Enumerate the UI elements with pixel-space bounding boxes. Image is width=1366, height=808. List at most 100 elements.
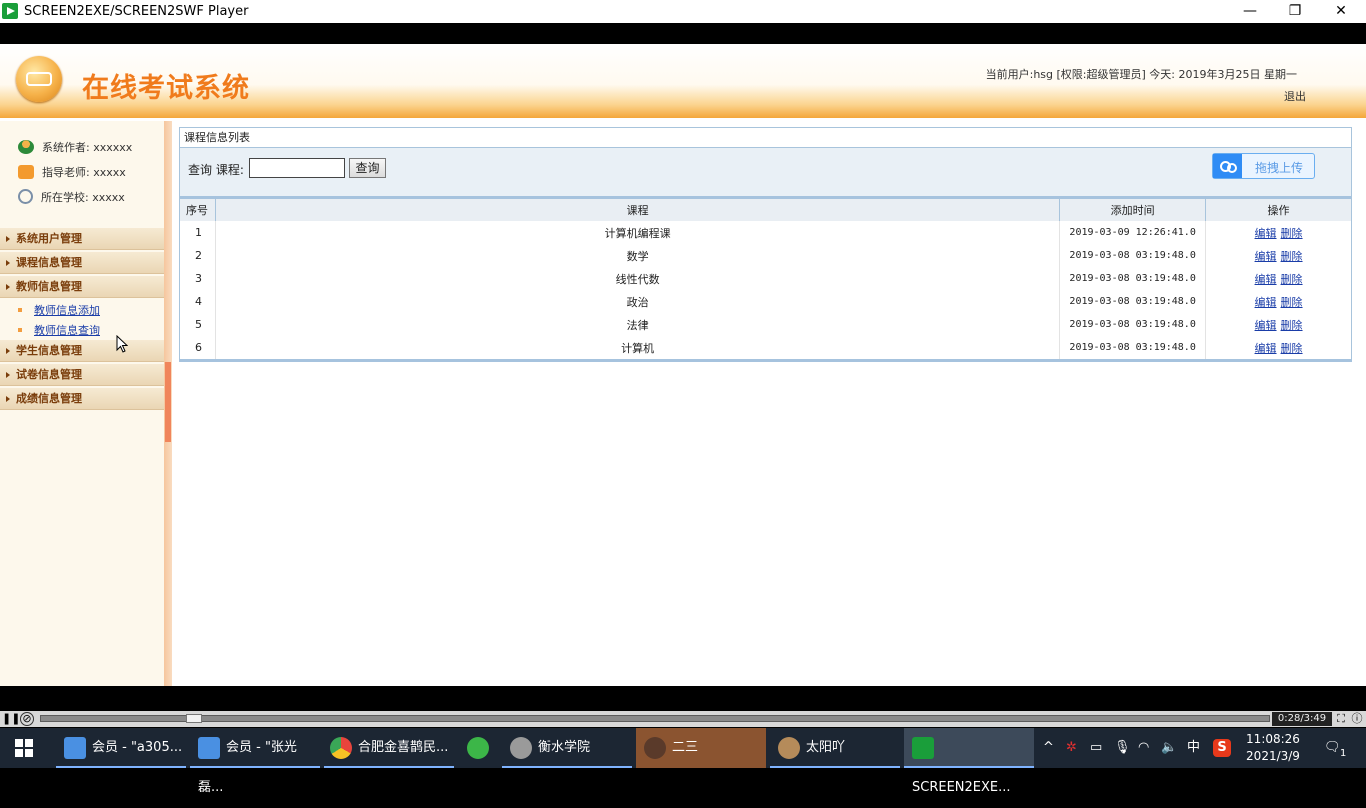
taskbar-item-member-2[interactable]: 会员 - "张光磊... (190, 728, 320, 795)
caret-right-icon (6, 348, 10, 354)
caret-right-icon (6, 396, 10, 402)
column-header-action: 操作 (1205, 199, 1352, 221)
row-course: 线性代数 (215, 267, 1061, 290)
taskbar-item-hengshui[interactable]: 衡水学院 (502, 728, 632, 768)
row-number: 4 (179, 290, 216, 313)
delete-link[interactable]: 删除 (1281, 296, 1303, 309)
close-button[interactable]: ✕ (1318, 0, 1364, 23)
caret-right-icon (6, 372, 10, 378)
menu-student-info[interactable]: 学生信息管理 (0, 340, 164, 362)
fullscreen-icon[interactable]: ⛶ (1334, 712, 1348, 726)
seek-track[interactable] (40, 715, 1270, 722)
course-table: 序号 课程 添加时间 操作 1 计算机编程课 2019-03-09 12:26:… (179, 199, 1352, 362)
volume-icon[interactable]: 🔈 (1161, 728, 1177, 768)
submenu-teacher-query[interactable]: 教师信息查询 (18, 322, 100, 338)
edit-link[interactable]: 编辑 (1255, 319, 1277, 332)
avatar-icon (778, 736, 800, 759)
mouse-cursor-icon (116, 335, 128, 353)
clock-icon (18, 189, 33, 204)
ime-indicator[interactable]: 中 (1187, 728, 1200, 768)
delete-link[interactable]: 删除 (1281, 273, 1303, 286)
row-number: 3 (179, 267, 216, 290)
row-actions: 编辑 删除 (1205, 244, 1352, 267)
taskbar-item-chrome[interactable]: 合肥金喜鹊民... (324, 728, 454, 768)
no-loop-icon[interactable]: ⊘ (20, 712, 34, 726)
taskbar-item-refresh-app[interactable] (458, 728, 498, 768)
row-actions: 编辑 删除 (1205, 290, 1352, 313)
player-controls: ❚❚ ⊘ 0:28/3:49 ⛶ ⓘ (0, 711, 1366, 727)
menu-course-info[interactable]: 课程信息管理 (0, 252, 164, 274)
edit-link[interactable]: 编辑 (1255, 273, 1277, 286)
column-header-time: 添加时间 (1059, 199, 1207, 221)
taskbar-item-ersan[interactable]: 二三 (636, 728, 766, 768)
panel-title: 课程信息列表 (179, 127, 1352, 148)
row-course: 计算机 (215, 336, 1061, 362)
table-row: 5 法律 2019-03-08 03:19:48.0 编辑 删除 (179, 313, 1352, 336)
logout-link[interactable]: 退出 (1284, 88, 1306, 104)
taskbar-item-screen2exe[interactable]: SCREEN2EXE... (904, 728, 1034, 795)
cube-icon (64, 736, 86, 759)
restore-button[interactable]: ❐ (1272, 0, 1318, 23)
sidebar-collapse-handle[interactable] (165, 362, 171, 442)
drag-upload-button[interactable]: 拖拽上传 (1212, 153, 1315, 179)
screen2exe-icon (912, 736, 934, 759)
menu-system-users[interactable]: 系统用户管理 (0, 228, 164, 250)
battery-icon[interactable]: ▭ (1090, 728, 1102, 768)
chrome-icon (330, 736, 352, 759)
author-info: 系统作者: xxxxxx (18, 139, 132, 159)
delete-link[interactable]: 删除 (1281, 342, 1303, 355)
search-bar: 查询 课程: 查询 拖拽上传 (179, 148, 1352, 196)
delete-link[interactable]: 删除 (1281, 227, 1303, 240)
microphone-icon[interactable]: 🎙 (1114, 728, 1131, 768)
system-title: 在线考试系统 (82, 73, 250, 104)
menu-exam-paper[interactable]: 试卷信息管理 (0, 364, 164, 386)
tray-expand-icon[interactable]: ^ (1043, 728, 1054, 768)
app-header: 在线考试系统 当前用户:hsg [权限:超级管理员] 今天: 2019年3月25… (0, 44, 1366, 118)
windows-logo-icon (15, 738, 33, 757)
sidebar: 系统作者: xxxxxx 指导老师: xxxxx 所在学校: xxxxx 系统用… (0, 121, 164, 686)
row-number: 2 (179, 244, 216, 267)
avatar-icon (644, 736, 666, 759)
column-header-course: 课程 (214, 199, 1061, 221)
clock-date: 2021/3/9 (1246, 749, 1300, 763)
row-time: 2019-03-08 03:19:48.0 (1059, 313, 1207, 336)
notification-icon[interactable]: 🗨 (1324, 728, 1341, 768)
info-icon[interactable]: ⓘ (1350, 712, 1364, 726)
edit-link[interactable]: 编辑 (1255, 296, 1277, 309)
edit-link[interactable]: 编辑 (1255, 227, 1277, 240)
system-clock[interactable]: 11:08:26 2021/3/9 (1240, 731, 1306, 765)
wifi-icon[interactable]: ◠ (1138, 728, 1149, 768)
row-number: 6 (179, 336, 216, 362)
delete-link[interactable]: 删除 (1281, 250, 1303, 263)
edit-link[interactable]: 编辑 (1255, 250, 1277, 263)
window-title: SCREEN2EXE/SCREEN2SWF Player (24, 4, 249, 19)
minimize-button[interactable]: — (1227, 0, 1273, 23)
menu-teacher-info[interactable]: 教师信息管理 (0, 276, 164, 298)
sogou-ime-icon[interactable]: S (1213, 739, 1231, 757)
avatar-icon (510, 736, 532, 759)
submenu-teacher-add[interactable]: 教师信息添加 (18, 302, 100, 318)
caret-right-icon (6, 236, 10, 242)
table-row: 3 线性代数 2019-03-08 03:19:48.0 编辑 删除 (179, 267, 1352, 290)
antivirus-icon[interactable]: ✲ (1066, 728, 1077, 768)
seek-thumb[interactable] (185, 714, 202, 723)
pause-icon[interactable]: ❚❚ (2, 712, 20, 726)
taskbar-item-member-1[interactable]: 会员 - "a305... (56, 728, 186, 768)
screen2exe-app-icon (2, 3, 18, 19)
refresh-icon (467, 736, 489, 759)
teacher-info: 指导老师: xxxxx (18, 164, 126, 184)
cloud-icon (1213, 154, 1242, 178)
row-actions: 编辑 删除 (1205, 336, 1352, 362)
row-number: 1 (179, 221, 216, 244)
table-header-row: 序号 课程 添加时间 操作 (179, 199, 1352, 221)
course-search-input[interactable] (249, 158, 345, 178)
logo-icon (16, 56, 62, 102)
menu-score-info[interactable]: 成绩信息管理 (0, 388, 164, 410)
query-button[interactable]: 查询 (349, 158, 386, 178)
edit-link[interactable]: 编辑 (1255, 342, 1277, 355)
search-label: 查询 课程: (188, 163, 244, 177)
start-button[interactable] (0, 728, 48, 768)
taskbar-item-taiyang[interactable]: 太阳吖 (770, 728, 900, 768)
row-course: 政治 (215, 290, 1061, 313)
delete-link[interactable]: 删除 (1281, 319, 1303, 332)
